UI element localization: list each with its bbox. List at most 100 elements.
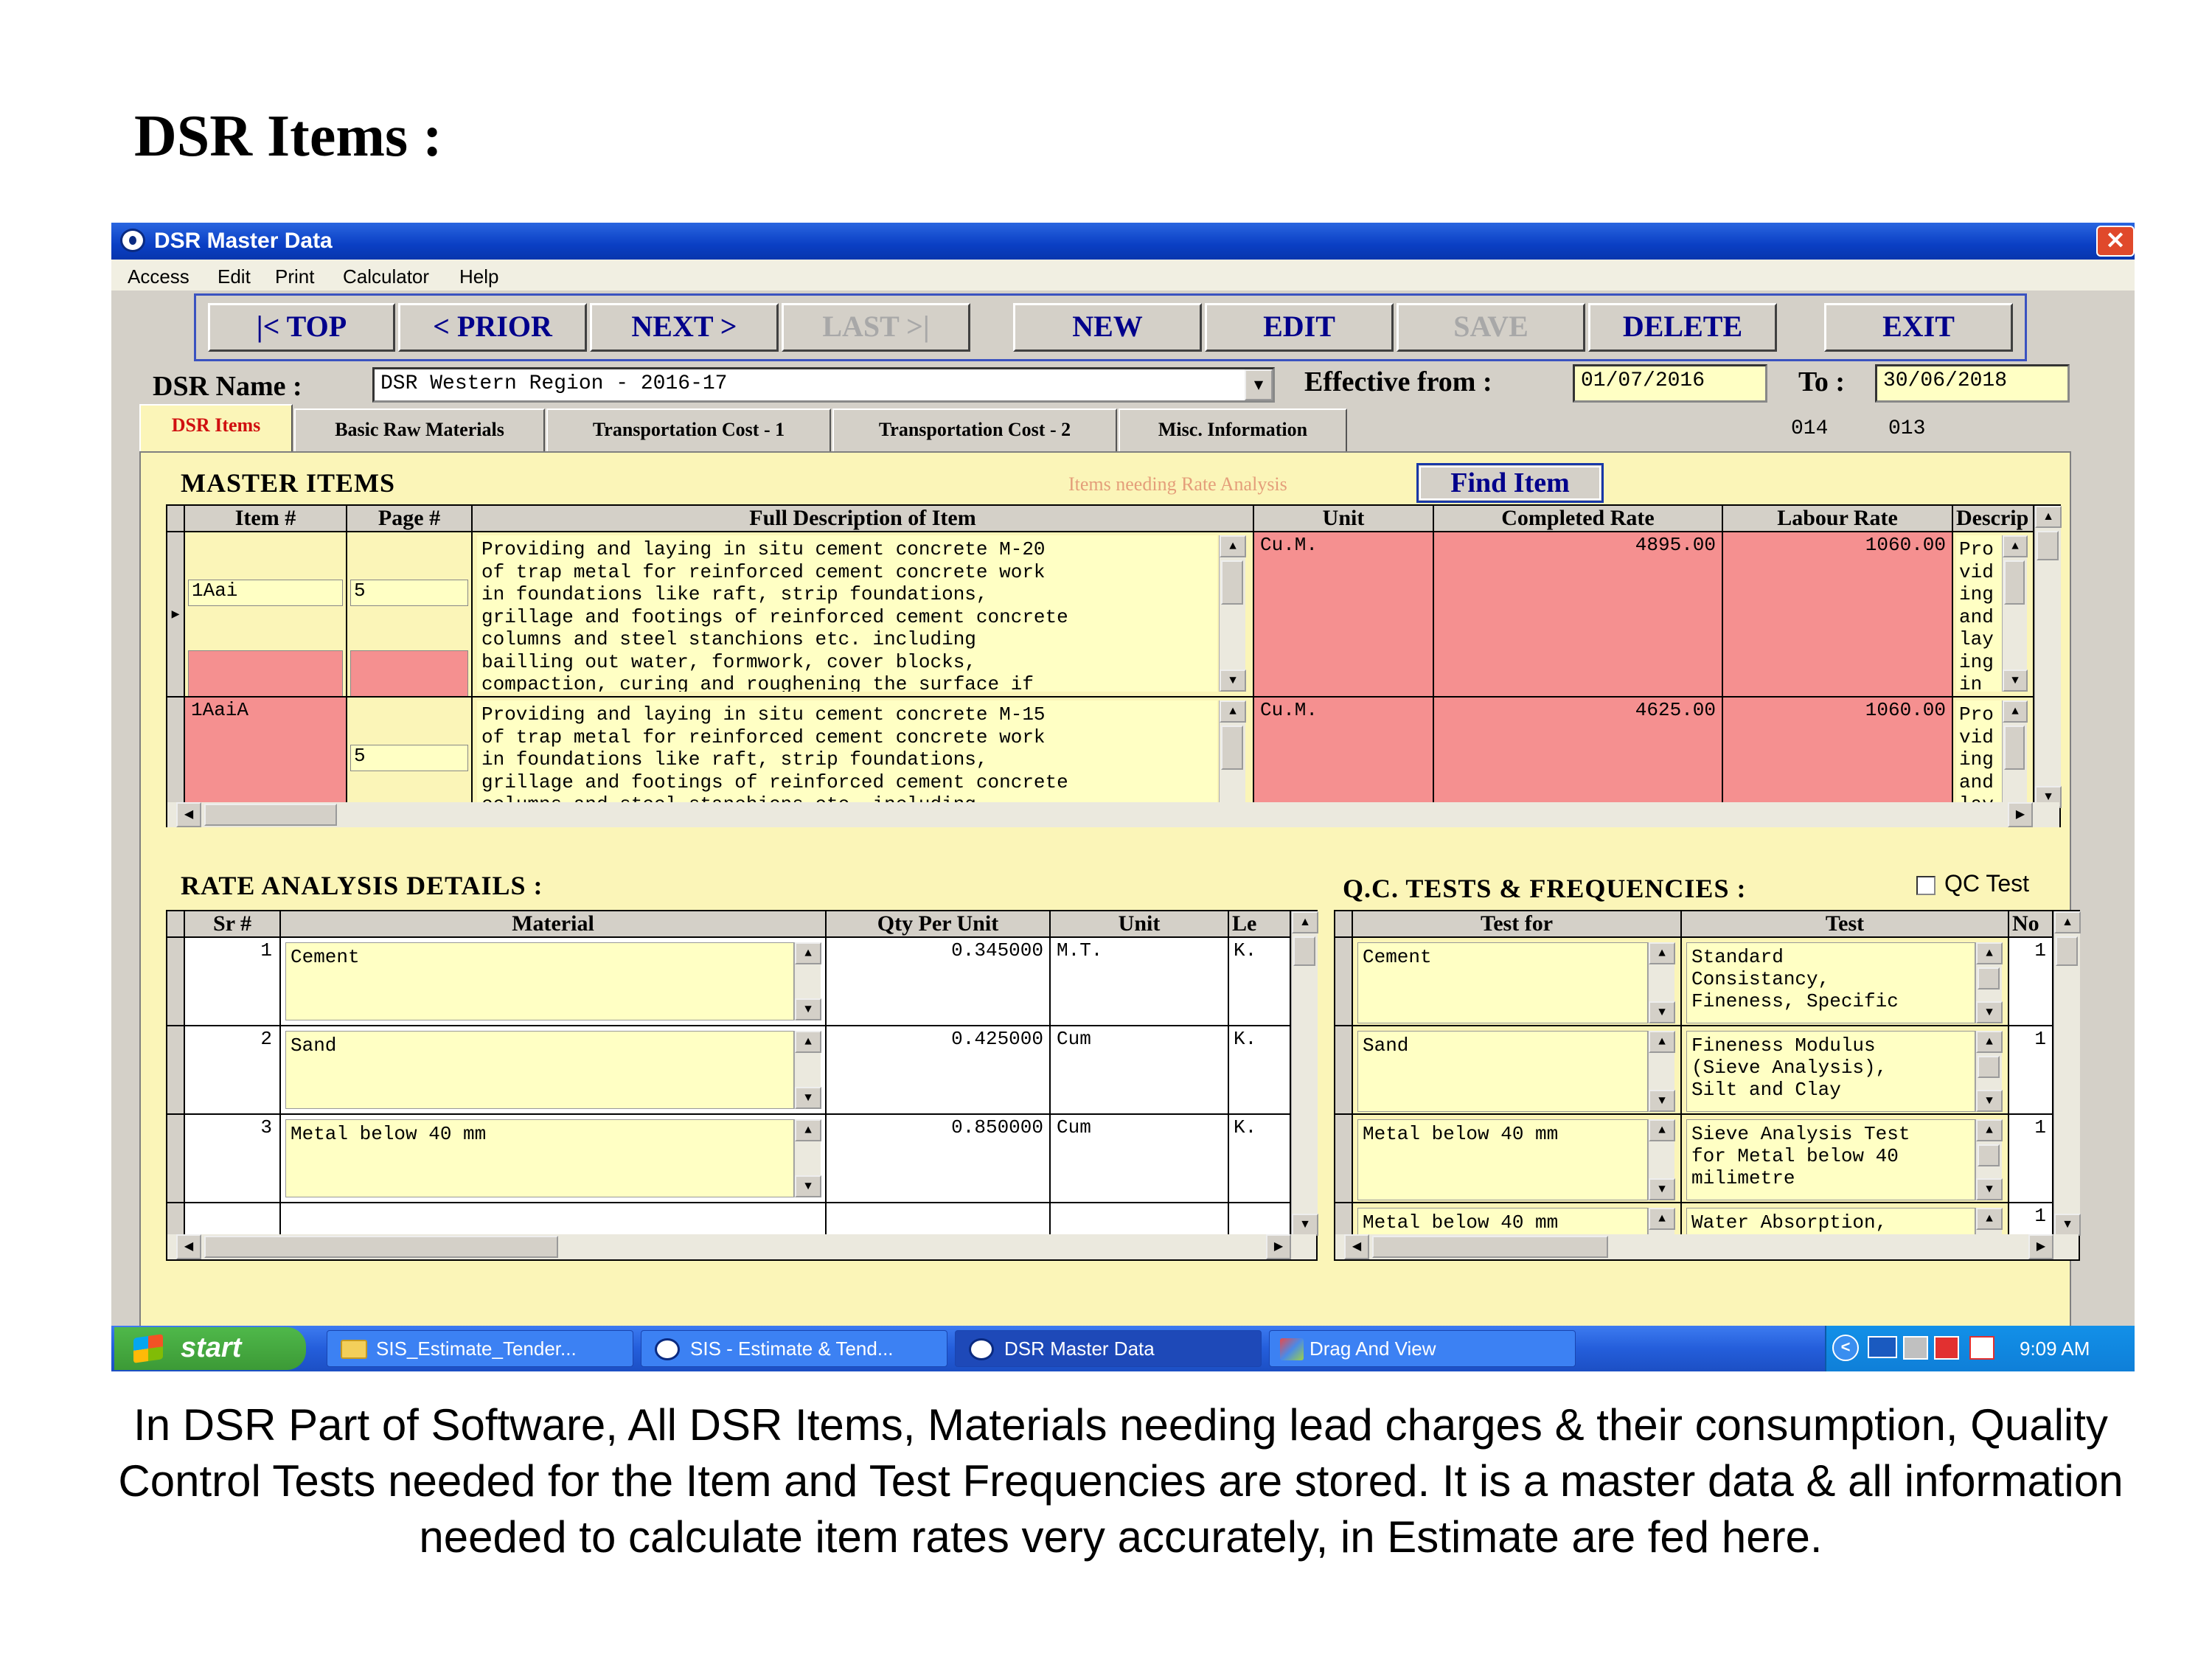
taskbar-item-folder[interactable]: SIS_Estimate_Tender...	[327, 1330, 633, 1367]
row-selector[interactable]	[167, 938, 185, 1026]
rate-analysis-horizontal-scrollbar[interactable]: ◀ ▶	[167, 1234, 1316, 1259]
find-item-button[interactable]: Find Item	[1416, 463, 1604, 503]
material-cell[interactable]: Metal below 40 mm ▲ ▼	[281, 1115, 827, 1203]
test-cell[interactable]: Standard Consistancy, Fineness, Specific…	[1682, 938, 2009, 1026]
record-code-2: 013	[1888, 417, 1926, 440]
page-number-field[interactable]: 5	[350, 745, 468, 771]
to-label: To :	[1798, 366, 1846, 397]
search-icon[interactable]	[1969, 1336, 1994, 1360]
test-for-header: Test for	[1353, 911, 1682, 938]
test-scrollbar[interactable]: ▲ ▼	[1975, 1031, 2003, 1112]
close-button[interactable]: ✕	[2096, 226, 2135, 257]
row-selector[interactable]	[167, 1026, 185, 1115]
frequency-number-cell: 1	[2009, 938, 2053, 1026]
test-scrollbar[interactable]: ▲ ▼	[1975, 942, 2003, 1023]
material-scrollbar[interactable]: ▲ ▼	[794, 942, 821, 1020]
next-button[interactable]: NEXT >	[590, 303, 779, 352]
save-button[interactable]: SAVE	[1397, 303, 1585, 352]
row-selector[interactable]	[1335, 1115, 1353, 1203]
page-number-field[interactable]: 5	[350, 580, 468, 606]
chevron-down-icon[interactable]: ▼	[1245, 369, 1273, 400]
test-scrollbar[interactable]: ▲ ▼	[1975, 1119, 2003, 1200]
network-icon[interactable]	[1868, 1336, 1897, 1358]
effective-from-field[interactable]: 01/07/2016	[1573, 364, 1767, 403]
tab-transportation-cost-2[interactable]: Transportation Cost - 2	[832, 408, 1117, 453]
test-for-memo[interactable]: Sand	[1357, 1031, 1648, 1112]
material-scrollbar[interactable]: ▲ ▼	[794, 1031, 821, 1109]
description-cell[interactable]: Providing and laying in situ cement conc…	[473, 698, 1254, 808]
material-memo[interactable]: Cement	[285, 942, 794, 1020]
last-button[interactable]: LAST >|	[782, 303, 970, 352]
chevron-left-icon[interactable]: <	[1832, 1335, 1859, 1361]
qc-vertical-scrollbar[interactable]: ▲ ▼	[2053, 911, 2081, 1236]
rate-analysis-vertical-scrollbar[interactable]: ▲ ▼	[1291, 911, 1318, 1236]
material-memo[interactable]: Sand	[285, 1031, 794, 1109]
top-button[interactable]: |< TOP	[208, 303, 395, 352]
description-scrollbar[interactable]: ▲ ▼	[1219, 535, 1246, 692]
edit-button[interactable]: EDIT	[1205, 303, 1394, 352]
test-for-scrollbar[interactable]: ▲ ▼	[1648, 1031, 1675, 1112]
row-selector[interactable]	[167, 1115, 185, 1203]
table-row[interactable]: 1Aai	[185, 532, 347, 698]
test-for-scrollbar[interactable]: ▲ ▼	[1648, 942, 1675, 1023]
row-selector[interactable]	[167, 698, 185, 808]
master-grid-vertical-scrollbar[interactable]: ▲ ▼	[2034, 506, 2062, 808]
material-cell[interactable]: Cement ▲ ▼	[281, 938, 827, 1026]
menu-help[interactable]: Help	[459, 265, 498, 288]
tab-transportation-cost-1[interactable]: Transportation Cost - 1	[546, 408, 831, 453]
dsr-name-select[interactable]: DSR Western Region - 2016-17 ▼	[372, 367, 1275, 403]
to-date-field[interactable]: 30/06/2018	[1875, 364, 2070, 403]
material-scrollbar[interactable]: ▲ ▼	[794, 1119, 821, 1197]
start-button[interactable]: start	[114, 1327, 306, 1370]
test-memo[interactable]: Standard Consistancy, Fineness, Specific	[1686, 942, 1975, 1023]
menu-edit[interactable]: Edit	[218, 265, 251, 288]
prior-button[interactable]: < PRIOR	[398, 303, 587, 352]
short-description-memo[interactable]: Pro vid ing and lay	[1956, 700, 2002, 805]
qc-test-checkbox[interactable]	[1916, 876, 1935, 895]
short-description-cell[interactable]: Pro vid ing and lay ▲	[1953, 698, 2034, 808]
table-row[interactable]: 1AaiA	[185, 698, 347, 808]
delete-button[interactable]: DELETE	[1588, 303, 1777, 352]
page-cell[interactable]: 5	[347, 698, 473, 808]
new-button[interactable]: NEW	[1013, 303, 1202, 352]
test-for-memo[interactable]: Cement	[1357, 942, 1648, 1023]
disconnected-network-icon[interactable]	[1903, 1336, 1928, 1360]
description-scrollbar[interactable]: ▲	[1219, 700, 1246, 805]
security-alert-icon[interactable]	[1934, 1336, 1959, 1360]
taskbar-item-drag-and-view[interactable]: Drag And View	[1269, 1330, 1576, 1367]
material-memo[interactable]: Metal below 40 mm	[285, 1119, 794, 1197]
master-grid-horizontal-scrollbar[interactable]: ◀ ▶	[167, 802, 2059, 827]
row-selector[interactable]	[1335, 1026, 1353, 1115]
menu-calculator[interactable]: Calculator	[343, 265, 429, 288]
short-description-cell[interactable]: Pro vid ing and lay ing in ▲ ▼	[1953, 532, 2034, 698]
row-selector[interactable]	[1335, 938, 1353, 1026]
material-cell[interactable]: Sand ▲ ▼	[281, 1026, 827, 1115]
qc-horizontal-scrollbar[interactable]: ◀ ▶	[1335, 1234, 2079, 1259]
short-description-scrollbar[interactable]: ▲	[2002, 700, 2028, 805]
menu-print[interactable]: Print	[275, 265, 314, 288]
page-cell[interactable]: 5	[347, 532, 473, 698]
test-for-cell[interactable]: Metal below 40 mm ▲ ▼	[1353, 1115, 1682, 1203]
test-for-scrollbar[interactable]: ▲ ▼	[1648, 1119, 1675, 1200]
description-memo[interactable]: Providing and laying in situ cement conc…	[477, 535, 1217, 692]
test-for-cell[interactable]: Cement ▲ ▼	[1353, 938, 1682, 1026]
test-memo[interactable]: Fineness Modulus (Sieve Analysis), Silt …	[1686, 1031, 1975, 1112]
tab-basic-raw-materials[interactable]: Basic Raw Materials	[294, 408, 545, 453]
test-for-cell[interactable]: Sand ▲ ▼	[1353, 1026, 1682, 1115]
test-cell[interactable]: Fineness Modulus (Sieve Analysis), Silt …	[1682, 1026, 2009, 1115]
taskbar-item-dsr-master[interactable]: DSR Master Data	[955, 1330, 1262, 1367]
short-description-scrollbar[interactable]: ▲ ▼	[2002, 535, 2028, 692]
test-for-memo[interactable]: Metal below 40 mm	[1357, 1119, 1648, 1200]
tab-dsr-items[interactable]: DSR Items	[139, 404, 293, 453]
test-memo[interactable]: Sieve Analysis Test for Metal below 40 m…	[1686, 1119, 1975, 1200]
description-memo[interactable]: Providing and laying in situ cement conc…	[477, 700, 1217, 805]
item-number-field[interactable]: 1Aai	[188, 580, 343, 606]
exit-button[interactable]: EXIT	[1824, 303, 2013, 352]
row-selector-header	[167, 506, 185, 532]
short-description-memo[interactable]: Pro vid ing and lay ing in	[1956, 535, 2002, 692]
tab-misc-information[interactable]: Misc. Information	[1119, 408, 1347, 453]
menu-access[interactable]: Access	[128, 265, 189, 288]
taskbar-item-sis-estimate[interactable]: SIS - Estimate & Tend...	[641, 1330, 947, 1367]
description-cell[interactable]: Providing and laying in situ cement conc…	[473, 532, 1254, 698]
test-cell[interactable]: Sieve Analysis Test for Metal below 40 m…	[1682, 1115, 2009, 1203]
